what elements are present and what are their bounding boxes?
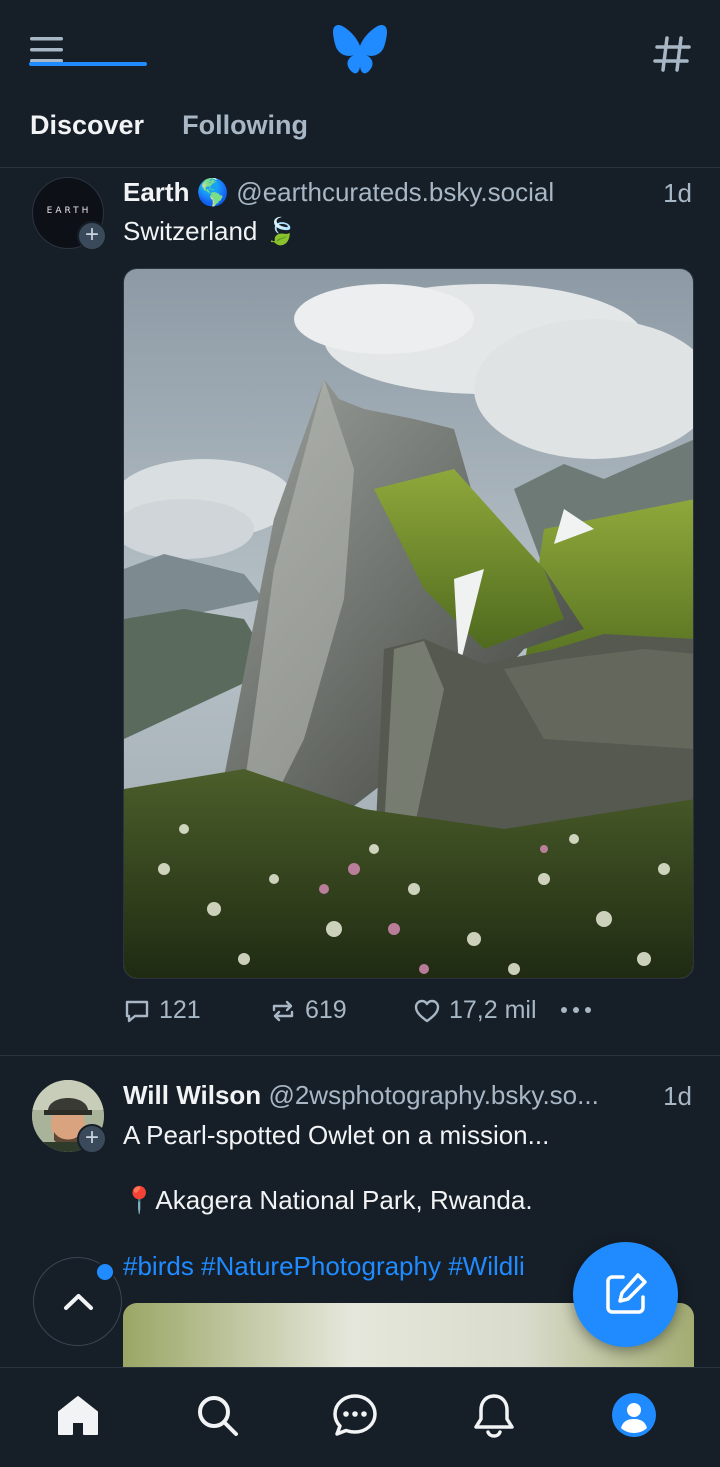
tab-following-label: Following [182,110,309,140]
reply-button[interactable]: 121 [123,996,201,1025]
more-icon [561,1007,591,1013]
more-button[interactable] [559,996,593,1024]
post-actions: 121 619 17,2 mil [123,996,603,1032]
tab-following[interactable]: Following [146,100,338,166]
home-icon [58,1396,98,1435]
repost-count: 619 [305,996,347,1024]
tab-discover[interactable]: Discover [0,100,146,166]
feeds-button[interactable] [648,30,696,78]
follow-plus-icon[interactable]: + [77,1124,107,1154]
top-header: Discover Following [0,0,720,168]
feed-post[interactable]: EARTH + Earth 🌎 @earthcurateds.bsky.soci… [0,168,720,1056]
hashtag-icon [653,36,691,72]
author-handle[interactable]: @earthcurateds.bsky.social [236,177,554,207]
post-text: Switzerland 🍃 [123,216,297,246]
profile-icon [612,1393,656,1437]
avatar-logo-text: EARTH [46,206,92,216]
post-header: Earth 🌎 @earthcurateds.bsky.social [123,177,694,208]
nav-chat[interactable] [332,1392,378,1438]
repost-icon [272,1000,294,1021]
follow-plus-icon[interactable]: + [77,221,107,251]
nav-notifications[interactable] [471,1392,517,1438]
butterfly-logo-icon[interactable] [332,24,388,76]
post-time: 1d [663,178,692,208]
author-handle[interactable]: @2wsphotography.bsky.so... [268,1080,598,1110]
reply-count: 121 [159,996,201,1024]
post-image[interactable] [123,268,694,979]
like-icon [414,999,440,1022]
author-name[interactable]: Will Wilson [123,1080,261,1110]
nav-search[interactable] [194,1392,240,1438]
author-name[interactable]: Earth 🌎 [123,177,229,207]
nav-profile[interactable] [611,1392,657,1438]
post-header: Will Wilson @2wsphotography.bsky.so... [123,1080,650,1111]
search-icon [198,1396,238,1436]
bottom-nav [0,1367,720,1467]
active-tab-indicator [29,62,147,66]
chat-icon [333,1394,377,1436]
compose-button[interactable] [573,1242,678,1347]
app-root: Discover Following EARTH + Earth 🌎 @eart… [0,0,720,1467]
compose-icon [606,1273,647,1314]
nav-home[interactable] [55,1392,101,1438]
post-time: 1d [663,1081,692,1111]
like-count: 17,2 mil [449,996,537,1024]
like-button[interactable]: 17,2 mil [413,996,537,1025]
tab-discover-label: Discover [30,110,145,140]
reply-icon [125,1000,149,1022]
new-posts-indicator [95,1262,115,1282]
post-hashtags[interactable]: #birds #NaturePhotography #Wildli [123,1251,593,1282]
repost-button[interactable]: 619 [269,996,347,1025]
bell-icon [474,1394,514,1438]
post-text: A Pearl-spotted Owlet on a mission... [123,1120,550,1150]
mountain-photo [124,269,693,978]
post-location: 📍Akagera National Park, Rwanda. [123,1185,533,1215]
feed-tabs: Discover Following [0,100,338,166]
